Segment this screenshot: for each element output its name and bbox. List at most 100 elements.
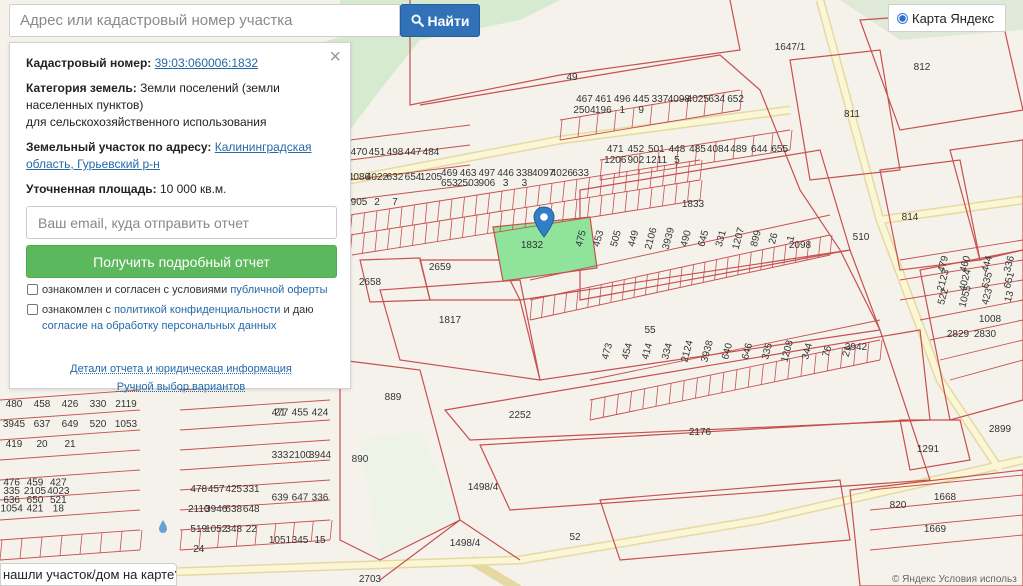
offer-text-plain: ознакомлен и согласен с условиями bbox=[42, 284, 231, 296]
parcel-number-label: 1205 bbox=[420, 172, 443, 183]
parcel-number-label: 2830 bbox=[974, 329, 997, 340]
parcel-number-label: 890 bbox=[352, 454, 369, 465]
parcel-number-label: 3 bbox=[522, 178, 528, 189]
offer-text: ознакомлен и согласен с условиями публич… bbox=[42, 282, 328, 298]
parcel-number-label: 22 bbox=[246, 524, 258, 535]
parcel-number-label: 905 bbox=[351, 197, 368, 208]
parcel-number-label: 3944 bbox=[309, 450, 332, 461]
search-input[interactable] bbox=[9, 4, 400, 37]
category-value-line3: для сельскохозяйственного использования bbox=[26, 115, 267, 129]
feedback-question[interactable]: нашли участок/дом на карте? bbox=[0, 563, 177, 586]
parcel-number-label: 2 bbox=[374, 197, 380, 208]
map-copyright: © Яндекс Условия использ bbox=[892, 574, 1017, 585]
parcel-number-label: 426 bbox=[62, 399, 79, 410]
parcel-number-label: 1054 bbox=[1, 504, 24, 515]
manual-select-link[interactable]: Ручной выбор вариантов bbox=[117, 381, 245, 393]
privacy-policy-link[interactable]: политикой конфиденциальности bbox=[114, 304, 280, 316]
parcel-number-label: 653 bbox=[441, 178, 458, 189]
parcel-number-label: 9 bbox=[638, 105, 644, 116]
area-value: 10 000 кв.м. bbox=[159, 182, 227, 196]
parcel-number-label: 2703 bbox=[359, 574, 382, 585]
parcel-number-label: 480 bbox=[6, 399, 23, 410]
parcel-number-label: 498 bbox=[387, 147, 404, 158]
privacy-text-a: ознакомлен с bbox=[42, 304, 115, 316]
parcel-number-label: 337 bbox=[652, 94, 669, 105]
parcel-number-label: 20 bbox=[36, 439, 48, 450]
parcel-number-label: 478 bbox=[190, 484, 207, 495]
parcel-number-label: 1211 bbox=[646, 155, 668, 166]
parcel-number-label: 811 bbox=[844, 109, 860, 120]
close-icon[interactable]: × bbox=[329, 47, 341, 67]
consent-offer: ознакомлен и согласен с условиями публич… bbox=[26, 282, 336, 298]
privacy-text-b: и даю bbox=[280, 304, 314, 316]
parcel-number-label: 467 bbox=[576, 94, 593, 105]
parcel-number-label: 889 bbox=[385, 392, 402, 403]
parcel-number-label: 3 bbox=[503, 178, 509, 189]
parcel-number-label: 2119 bbox=[115, 399, 137, 410]
parcel-number-label: 336 bbox=[312, 493, 329, 504]
parcel-number-label: 3945 bbox=[3, 419, 26, 430]
parcel-number-label: 15 bbox=[314, 535, 326, 546]
parcel-number-label: 639 bbox=[272, 493, 289, 504]
address-row: Земельный участок по адресу: Калининград… bbox=[26, 139, 336, 173]
parcel-number-label: 21 bbox=[274, 408, 286, 419]
parcel-info-panel: × Кадастровый номер: 39:03:060006:1832 К… bbox=[9, 42, 351, 393]
parcel-number-label: 52 bbox=[569, 532, 581, 543]
map-layer-switch[interactable]: Карта Яндекс bbox=[888, 4, 1006, 32]
offer-link[interactable]: публичной оферты bbox=[230, 284, 327, 296]
category-value-line1: Земли поселений (земли bbox=[140, 81, 280, 95]
parcel-number-label: 2252 bbox=[509, 410, 532, 421]
parcel-number-label: 24 bbox=[193, 544, 205, 555]
offer-checkbox[interactable] bbox=[27, 284, 38, 295]
radio-selected-icon[interactable] bbox=[897, 12, 908, 24]
parcel-number-label: 489 bbox=[730, 144, 747, 155]
parcel-number-label: 647 bbox=[292, 493, 309, 504]
search-icon bbox=[410, 14, 424, 27]
parcel-number-label: 348 bbox=[225, 524, 242, 535]
parcel-number-label: 812 bbox=[914, 62, 931, 73]
parcel-number-label: 2176 bbox=[689, 427, 712, 438]
parcel-number-label: 1832 bbox=[521, 240, 544, 251]
parcel-number-label: 637 bbox=[34, 419, 51, 430]
parcel-number-label: 457 bbox=[208, 484, 225, 495]
address-link-line1[interactable]: Калининградская bbox=[215, 140, 312, 154]
consent-privacy: ознакомлен с политикой конфиденциальност… bbox=[26, 302, 336, 334]
parcel-number-label: 484 bbox=[423, 147, 440, 158]
parcel-number-label: 1206 bbox=[604, 155, 627, 166]
parcel-number-label: 3946 bbox=[205, 504, 228, 515]
parcel-number-label: 485 bbox=[689, 144, 706, 155]
address-link-line2[interactable]: область, Гурьевский р-н bbox=[26, 157, 160, 171]
parcel-number-label: 501 bbox=[648, 144, 665, 155]
parcel-number-label: 1052 bbox=[205, 524, 228, 535]
data-processing-link[interactable]: согласие на обработку персональных данны… bbox=[42, 320, 276, 332]
parcel-number-label: 906 bbox=[479, 178, 496, 189]
parcel-number-label: 4025 bbox=[687, 94, 710, 105]
email-field[interactable] bbox=[26, 206, 337, 239]
parcel-number-label: 902 bbox=[627, 155, 644, 166]
get-report-button[interactable]: Получить подробный отчет bbox=[26, 245, 337, 278]
area-row: Уточненная площадь: 10 000 кв.м. bbox=[26, 181, 336, 198]
privacy-checkbox[interactable] bbox=[27, 304, 38, 315]
parcel-number-label: 345 bbox=[292, 535, 309, 546]
parcel-number-label: 2658 bbox=[359, 277, 382, 288]
parcel-number-label: 814 bbox=[902, 212, 919, 223]
parcel-number-label: 452 bbox=[627, 144, 644, 155]
category-value-line2: населенных пунктов) bbox=[26, 98, 144, 112]
layer-label: Карта Яндекс bbox=[912, 10, 995, 26]
parcel-number-label: 2829 bbox=[947, 329, 970, 340]
parcel-number-label: 445 bbox=[633, 94, 650, 105]
parcel-number-label: 461 bbox=[595, 94, 612, 105]
parcel-number-label: 1 bbox=[619, 105, 625, 116]
parcel-number-label: 1647/1 bbox=[775, 42, 806, 53]
parcel-number-label: 632 bbox=[387, 172, 404, 183]
parcel-number-label: 455 bbox=[292, 408, 309, 419]
search-button[interactable]: Найти bbox=[400, 4, 480, 37]
location-pin-icon[interactable] bbox=[533, 206, 555, 238]
parcel-number-label: 2504 bbox=[573, 105, 596, 116]
cadastral-number-link[interactable]: 39:03:060006:1832 bbox=[155, 56, 258, 70]
parcel-number-label: 496 bbox=[614, 94, 631, 105]
parcel-number-label: 638 bbox=[225, 504, 242, 515]
details-link[interactable]: Детали отчета и юридическая информация bbox=[70, 363, 292, 375]
search-button-label: Найти bbox=[427, 12, 470, 29]
cadastral-label: Кадастровый номер: bbox=[26, 56, 152, 70]
